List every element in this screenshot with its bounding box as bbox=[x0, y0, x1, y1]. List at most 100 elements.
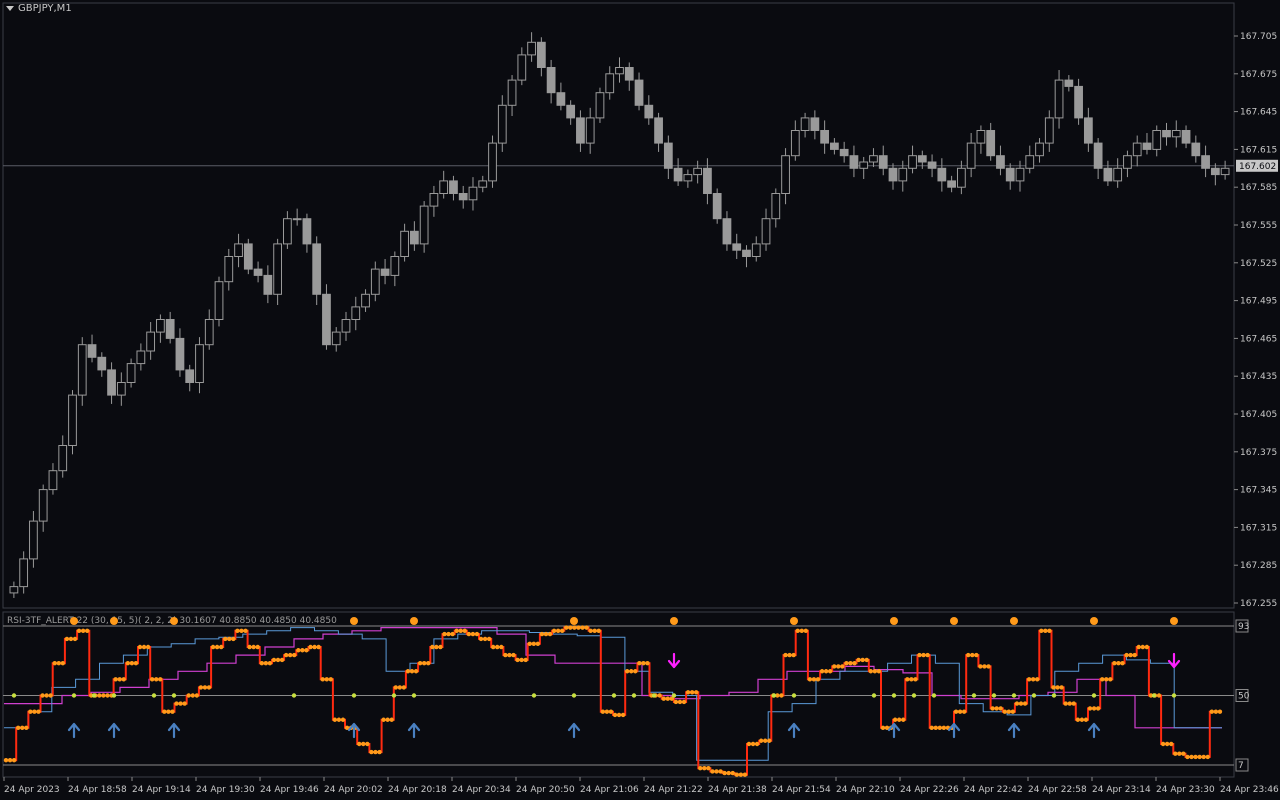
time-axis-label: 24 Apr 21:38 bbox=[708, 785, 767, 795]
rsi-fast-dot bbox=[121, 677, 126, 682]
candle-body bbox=[722, 218, 732, 245]
rsi-fast-dot bbox=[901, 717, 906, 722]
rsi-fast-dot bbox=[397, 685, 403, 690]
rsi-fast-dot bbox=[417, 660, 423, 666]
rsi-fast-dot bbox=[767, 738, 772, 743]
rsi-fast-line bbox=[4, 626, 1222, 776]
rsi-fast-dot bbox=[1083, 717, 1089, 722]
candle-body bbox=[1083, 117, 1093, 144]
candle-body bbox=[956, 167, 966, 188]
rsi-fast-dot bbox=[1112, 660, 1117, 666]
candle-body bbox=[566, 104, 576, 119]
price-axis-label: 167.585 bbox=[1240, 183, 1277, 193]
price-axis-label: 167.435 bbox=[1240, 372, 1277, 382]
midline-dot bbox=[151, 693, 157, 698]
rsi-fast-dot bbox=[1087, 706, 1093, 711]
rsi-fast-dot bbox=[255, 644, 260, 650]
rsi-fast-dot bbox=[357, 741, 362, 747]
rsi-fast-dot bbox=[1160, 741, 1166, 747]
rsi-fast-dot bbox=[791, 652, 796, 658]
rsi-fast-dot bbox=[641, 660, 646, 666]
time-axis-label: 24 Apr 20:34 bbox=[452, 785, 511, 795]
rsi-fast-dot bbox=[1067, 701, 1072, 706]
rsi-fast-dot bbox=[1173, 751, 1178, 756]
rsi-fast-dot bbox=[113, 677, 118, 682]
candle-body bbox=[19, 558, 29, 588]
chart-canvas[interactable]: 167.705 167.675 167.645 167.615 167.585 167.5… bbox=[0, 0, 1280, 800]
candle-body bbox=[742, 249, 751, 257]
candle-body bbox=[273, 243, 283, 295]
signal-dot bbox=[1090, 617, 1098, 625]
rsi-fast-dot bbox=[868, 669, 873, 674]
rsi-fast-dot bbox=[267, 660, 273, 666]
candle-body bbox=[673, 167, 683, 182]
candle-body bbox=[165, 319, 175, 339]
rsi-fast-dot bbox=[612, 712, 618, 718]
rsi-fast-dot bbox=[296, 648, 301, 653]
rsi-fast-dot bbox=[957, 709, 963, 714]
rsi-fast-dot bbox=[145, 644, 151, 650]
candle-body bbox=[976, 130, 986, 144]
rsi-fast-dot bbox=[787, 652, 792, 658]
rsi-fast-dot bbox=[555, 628, 561, 634]
rsi-fast-dot bbox=[76, 628, 82, 634]
rsi-fast-dot bbox=[564, 625, 569, 630]
midline-dot bbox=[911, 693, 917, 698]
rsi-fast-dot bbox=[235, 628, 240, 634]
candle-body bbox=[77, 344, 87, 396]
candle-body bbox=[878, 155, 888, 169]
midline-dot bbox=[1171, 693, 1177, 698]
candle-body bbox=[1005, 167, 1015, 182]
rsi-fast-dot bbox=[182, 701, 187, 706]
candle-body bbox=[761, 218, 771, 245]
rsi-fast-dot bbox=[685, 690, 691, 695]
candle-body bbox=[527, 41, 536, 56]
rsi-fast-dot bbox=[1144, 644, 1150, 650]
rsi-fast-dot bbox=[158, 677, 163, 682]
candle-body bbox=[751, 243, 761, 257]
rsi-fast-dot bbox=[795, 628, 800, 634]
rsi-fast-dot bbox=[365, 741, 370, 747]
rsi-fast-dot bbox=[466, 631, 472, 637]
candle-body bbox=[1064, 79, 1074, 87]
rsi-fast-dot bbox=[361, 741, 366, 747]
midline-dot bbox=[971, 693, 977, 698]
rsi-fast-dot bbox=[442, 631, 447, 637]
arrow-up-icon bbox=[567, 722, 581, 739]
rsi-fast-dot bbox=[304, 648, 309, 653]
rsi-fast-dot bbox=[292, 652, 297, 658]
candle-body bbox=[322, 293, 331, 346]
rsi-fast-dot bbox=[624, 669, 630, 674]
time-axis-label: 24 Apr 22:42 bbox=[964, 785, 1023, 795]
arrow-up-icon bbox=[787, 722, 801, 739]
time-axis-label: 24 Apr 21:06 bbox=[580, 785, 639, 795]
rsi-fast-dot bbox=[511, 652, 516, 658]
time-axis-label: 24 Apr 21:22 bbox=[644, 785, 703, 795]
arrow-up-icon bbox=[1087, 722, 1101, 739]
candle-body bbox=[292, 218, 302, 221]
rsi-fast-dot bbox=[852, 660, 857, 666]
candle-body bbox=[585, 117, 595, 144]
candle-body bbox=[712, 193, 722, 220]
signal-dot bbox=[350, 617, 358, 625]
price-axis-label: 167.705 bbox=[1240, 32, 1277, 42]
midline-dot bbox=[291, 693, 297, 698]
rsi-fast-dot bbox=[990, 706, 995, 711]
candle-body bbox=[536, 41, 546, 68]
price-axis-label: 167.645 bbox=[1240, 108, 1277, 118]
midline-dot bbox=[11, 693, 17, 698]
rsi-fast-dot bbox=[698, 766, 703, 771]
rsi-fast-dot bbox=[1063, 701, 1068, 706]
time-axis-label: 24 Apr 20:50 bbox=[516, 785, 575, 795]
midline-dot bbox=[411, 693, 417, 698]
price-axis-label: 167.465 bbox=[1240, 334, 1277, 344]
rsi-fast-dot bbox=[1095, 706, 1101, 711]
candle-body bbox=[234, 243, 243, 257]
time-axis-label: 24 Apr 19:46 bbox=[260, 785, 319, 795]
rsi-fast-dot bbox=[1047, 628, 1052, 634]
candle-body bbox=[790, 130, 800, 157]
candle-body bbox=[458, 193, 468, 201]
candle-body bbox=[644, 104, 654, 119]
arrow-up-icon bbox=[947, 722, 961, 739]
rsi-fast-dot bbox=[543, 631, 549, 637]
